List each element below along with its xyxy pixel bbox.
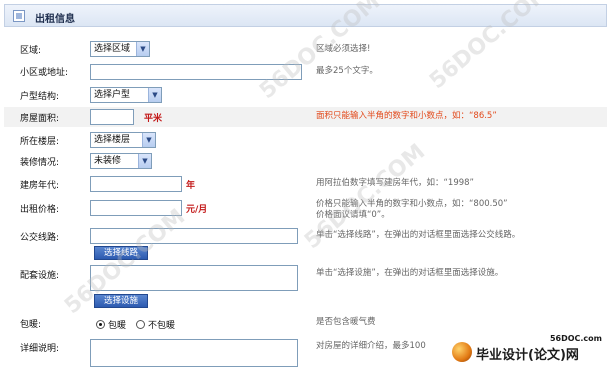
rental-form: 区域: 选择区域 ▼ 区域必须选择! 小区或地址: 最多25个文字。 户型结构:… bbox=[4, 28, 607, 367]
details-label: 详细说明: bbox=[20, 344, 60, 354]
decoration-select[interactable]: 未装修 ▼ bbox=[90, 153, 152, 169]
decoration-label: 装修情况: bbox=[20, 158, 60, 168]
heating-included-label: 包暖 bbox=[108, 321, 127, 331]
row-address: 小区或地址: 最多25个文字。 bbox=[4, 62, 607, 82]
row-price: 出租价格: 元/月 价格只能输入半角的数字和小数点，如：“800.50” 价格面… bbox=[4, 197, 607, 223]
region-select-value: 选择区域 bbox=[94, 44, 131, 54]
decoration-select-value: 未装修 bbox=[94, 156, 122, 166]
row-floor: 所在楼层: 选择楼层 ▼ bbox=[4, 130, 607, 150]
section-icon bbox=[13, 10, 25, 22]
row-facilities: 配套设施: 选择设施 单击“选择设施”，在弹出的对话框里面选择设施。 bbox=[4, 264, 607, 310]
address-input[interactable] bbox=[90, 64, 302, 80]
row-area: 房屋面积: 平米 面积只能输入半角的数字和小数点，如：“86.5” bbox=[4, 107, 607, 127]
heating-hint: 是否包含暖气费 bbox=[316, 317, 376, 327]
bus-input[interactable] bbox=[90, 228, 298, 244]
region-label: 区域: bbox=[20, 46, 42, 56]
area-input[interactable] bbox=[90, 109, 134, 125]
layout-label: 户型结构: bbox=[20, 92, 60, 102]
address-label: 小区或地址: bbox=[20, 68, 69, 78]
row-heating: 包暖: 包暖 不包暖 是否包含暖气费 bbox=[4, 314, 607, 334]
price-unit: 元/月 bbox=[186, 205, 208, 215]
heating-included-radio[interactable] bbox=[96, 320, 105, 329]
row-decoration: 装修情况: 未装修 ▼ bbox=[4, 151, 607, 171]
year-hint: 用阿拉伯数字填写建房年代，如：“1998” bbox=[316, 178, 474, 188]
globe-icon bbox=[452, 342, 472, 362]
floor-label: 所在楼层: bbox=[20, 137, 60, 147]
area-hint: 面积只能输入半角的数字和小数点，如：“86.5” bbox=[316, 111, 497, 121]
row-layout: 户型结构: 选择户型 ▼ bbox=[4, 85, 607, 105]
year-unit: 年 bbox=[186, 181, 196, 191]
layout-select[interactable]: 选择户型 ▼ bbox=[90, 87, 162, 103]
logo-url: 56DOC.com bbox=[549, 334, 602, 343]
select-facilities-button[interactable]: 选择设施 bbox=[94, 294, 149, 308]
heating-excluded-radio[interactable] bbox=[136, 320, 145, 329]
year-input[interactable] bbox=[90, 176, 182, 192]
floor-select[interactable]: 选择楼层 ▼ bbox=[90, 132, 156, 148]
chevron-down-icon: ▼ bbox=[136, 42, 149, 56]
price-input[interactable] bbox=[90, 200, 182, 216]
chevron-down-icon: ▼ bbox=[138, 154, 151, 168]
address-hint: 最多25个文字。 bbox=[316, 66, 378, 76]
price-hint-line1: 价格只能输入半角的数字和小数点，如：“800.50” bbox=[316, 199, 508, 209]
logo-text: 毕业设计(论文)网 bbox=[476, 348, 579, 363]
area-label: 房屋面积: bbox=[20, 114, 60, 124]
heating-label: 包暖: bbox=[20, 320, 42, 330]
bus-hint: 单击“选择线路”，在弹出的对话框里面选择公交线路。 bbox=[316, 230, 521, 240]
details-textarea[interactable] bbox=[90, 339, 298, 367]
row-bus: 公交线路: 选择线路 单击“选择线路”，在弹出的对话框里面选择公交线路。 bbox=[4, 226, 607, 262]
floor-select-value: 选择楼层 bbox=[94, 135, 131, 145]
details-hint: 对房屋的详细介绍，最多100 bbox=[316, 341, 426, 351]
chevron-down-icon: ▼ bbox=[148, 88, 161, 102]
price-label: 出租价格: bbox=[20, 205, 60, 215]
heating-excluded-label: 不包暖 bbox=[148, 321, 176, 331]
facilities-label: 配套设施: bbox=[20, 271, 60, 281]
chevron-down-icon: ▼ bbox=[142, 133, 155, 147]
region-hint: 区域必须选择! bbox=[316, 44, 371, 54]
section-title: 出租信息 bbox=[35, 14, 75, 25]
row-region: 区域: 选择区域 ▼ 区域必须选择! bbox=[4, 40, 607, 58]
bus-label: 公交线路: bbox=[20, 233, 60, 243]
select-route-button[interactable]: 选择线路 bbox=[94, 246, 149, 260]
facilities-textarea[interactable] bbox=[90, 265, 298, 291]
row-year: 建房年代: 年 用阿拉伯数字填写建房年代，如：“1998” bbox=[4, 174, 607, 194]
area-unit: 平米 bbox=[144, 114, 163, 124]
layout-select-value: 选择户型 bbox=[94, 90, 131, 100]
price-hint-line2: 价格面议请填“0”。 bbox=[316, 210, 390, 220]
year-label: 建房年代: bbox=[20, 181, 60, 191]
site-logo: 56DOC.com 毕业设计(论文)网 bbox=[450, 334, 608, 364]
region-select[interactable]: 选择区域 ▼ bbox=[90, 41, 150, 57]
section-header: 出租信息 bbox=[4, 4, 607, 27]
facilities-hint: 单击“选择设施”，在弹出的对话框里面选择设施。 bbox=[316, 268, 504, 278]
